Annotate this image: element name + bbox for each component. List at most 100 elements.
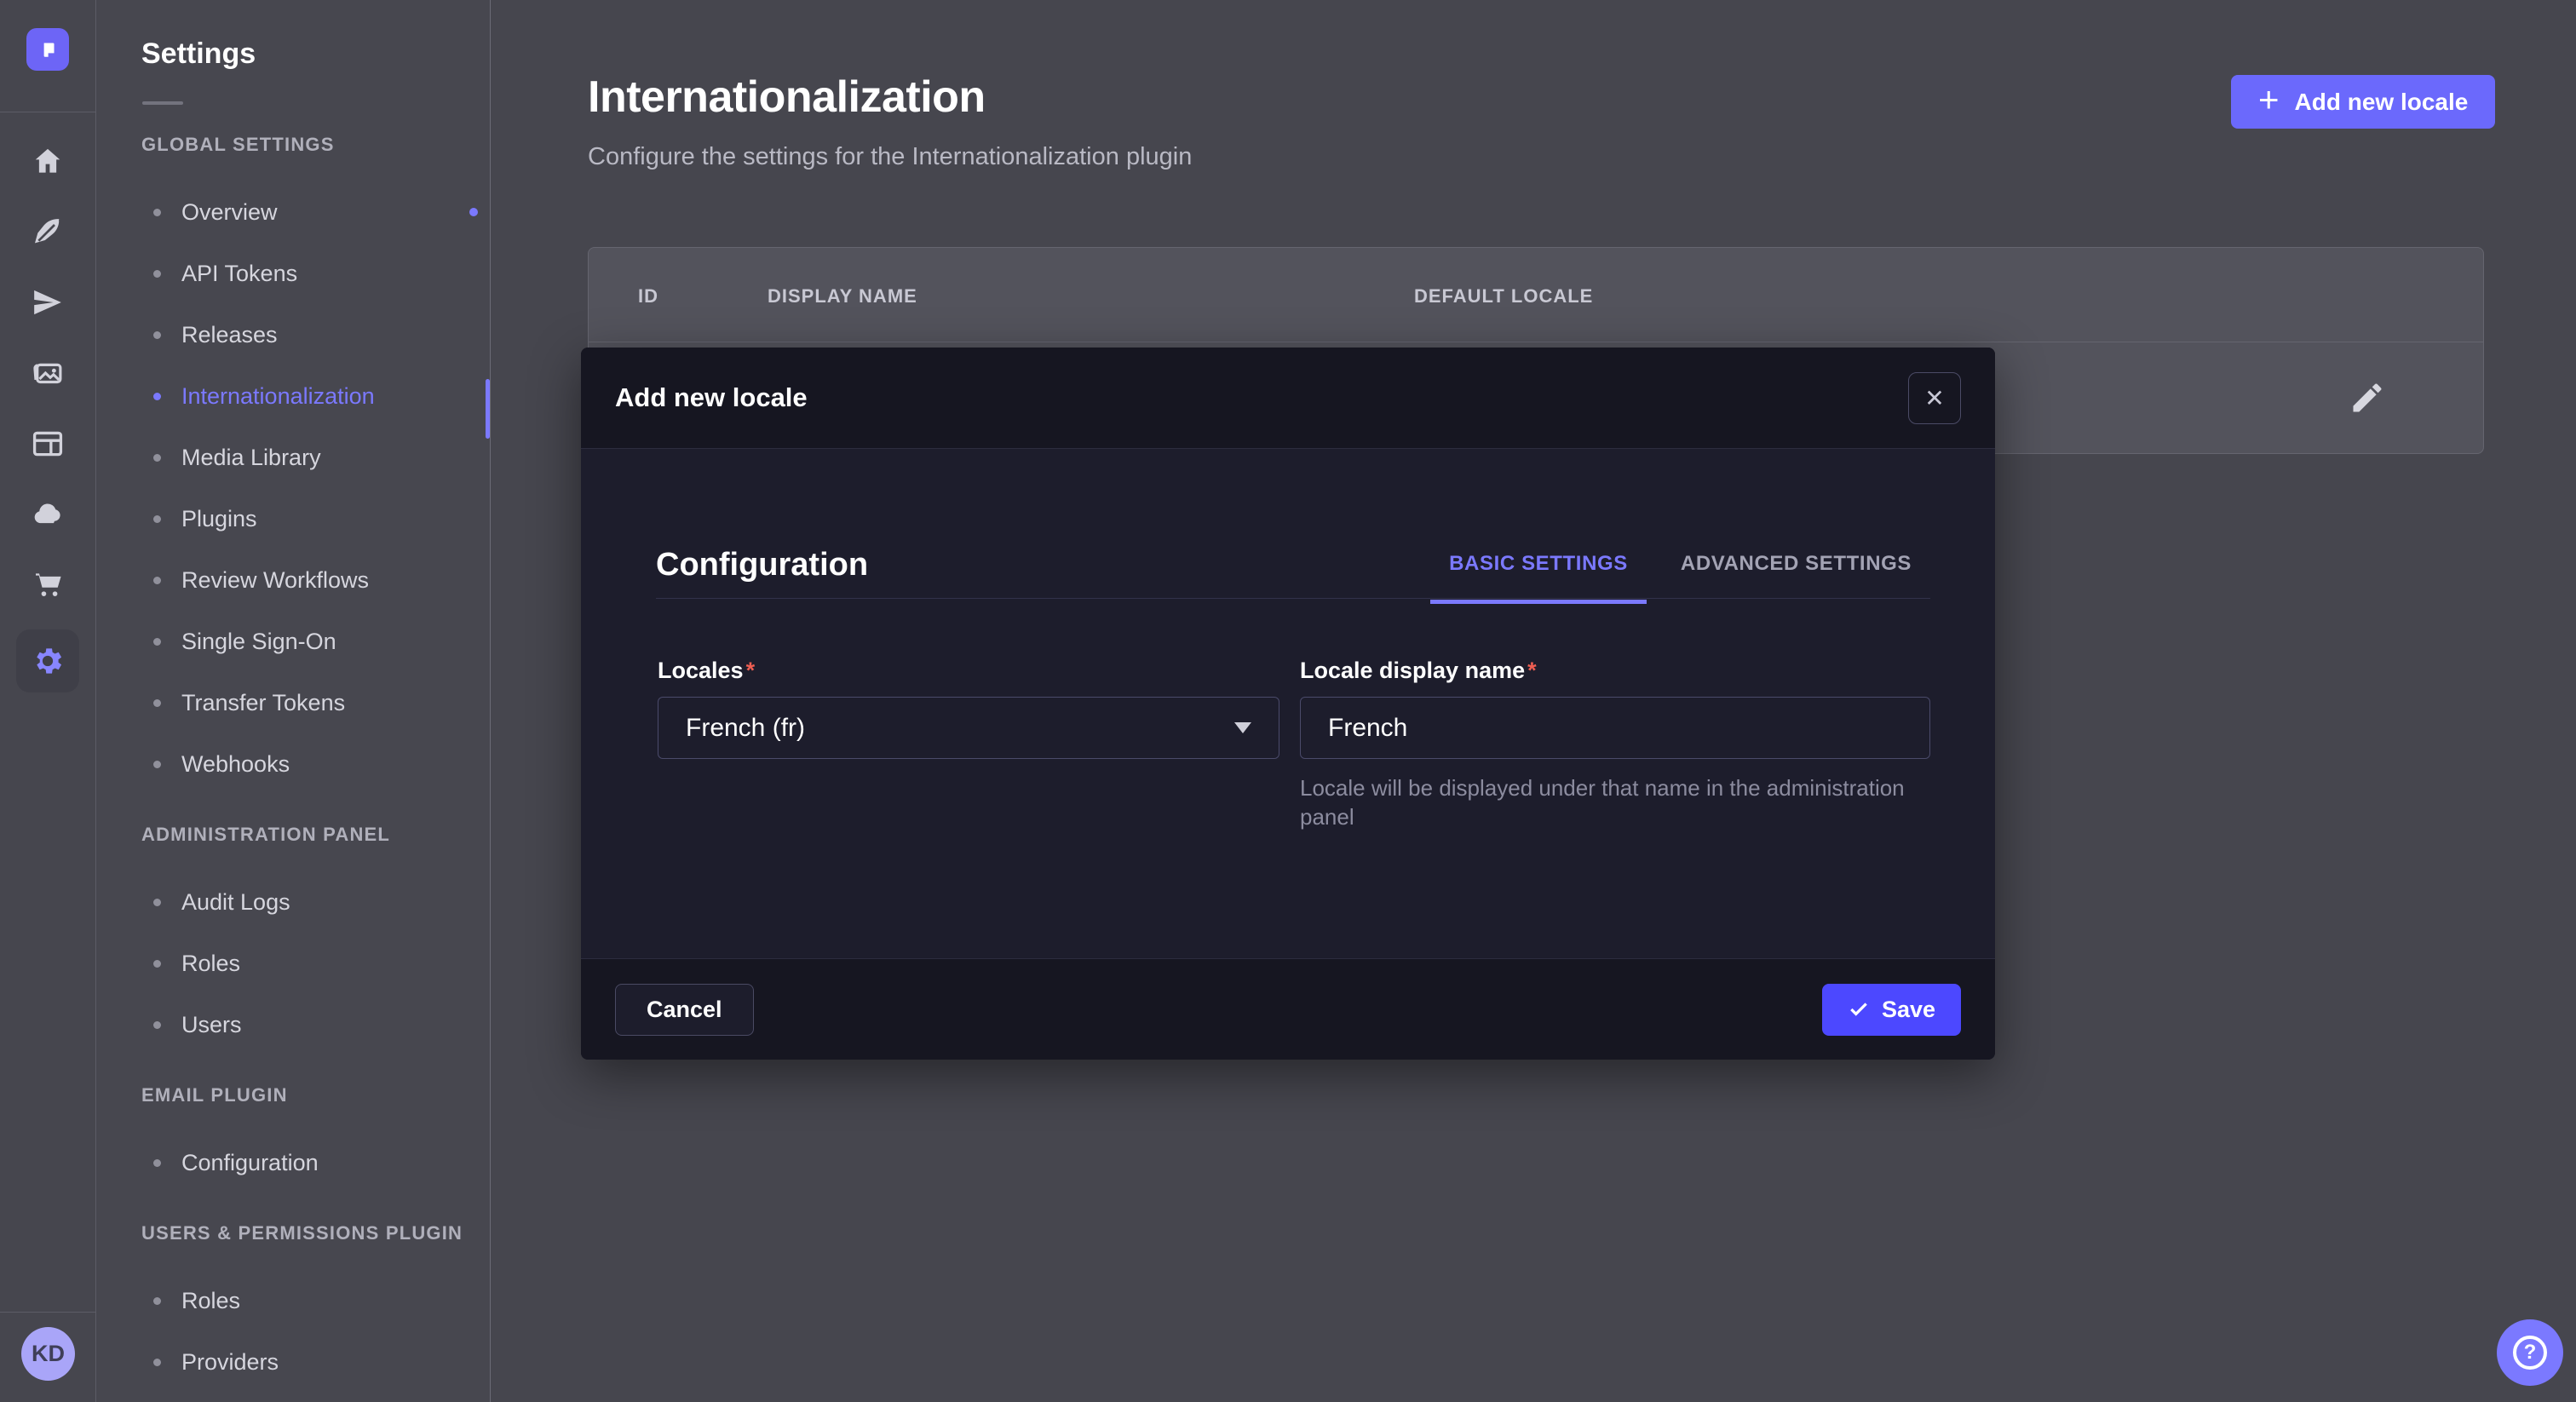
sidebar-title: Settings [141,37,490,71]
sidebar-item-review-workflows[interactable]: Review Workflows [97,549,490,611]
bullet-icon [153,454,161,462]
sidebar-item-admin-roles[interactable]: Roles [97,933,490,994]
sidebar-item-label: Review Workflows [181,567,369,594]
locale-display-name-input[interactable] [1300,697,1930,759]
sidebar-item-label: Providers [181,1349,279,1376]
column-header-default-locale: DEFAULT LOCALE [1414,285,1593,307]
sidebar-item-transfer-tokens[interactable]: Transfer Tokens [97,672,490,733]
page-subtitle: Configure the settings for the Internati… [588,143,1192,171]
global-settings-list: Overview API Tokens Releases Internation… [97,181,490,795]
sidebar-scrollbar-thumb[interactable] [486,379,490,439]
bullet-icon [153,761,161,768]
bullet-icon [153,209,161,216]
releases-icon[interactable] [30,284,66,320]
sidebar-item-internationalization[interactable]: Internationalization [97,365,490,427]
content-manager-icon[interactable] [30,426,66,462]
sidebar-item-api-tokens[interactable]: API Tokens [97,243,490,304]
help-button[interactable]: ? [2497,1319,2563,1386]
add-new-locale-button[interactable]: + Add new locale [2231,75,2495,129]
strapi-logo-icon [35,37,60,62]
edit-locale-button[interactable] [2346,376,2389,419]
sidebar-item-label: Overview [181,199,278,226]
rail-icon-list [0,112,95,684]
chevron-down-icon [1234,722,1251,733]
required-asterisk: * [746,658,756,683]
locales-label-text: Locales [658,658,744,683]
bullet-icon [153,270,161,278]
sidebar-item-label: Media Library [181,445,321,471]
locales-field-label: Locales* [658,658,755,684]
sidebar-item-label: Single Sign-On [181,629,336,655]
locales-select[interactable]: French (fr) [658,697,1279,759]
sidebar-title-rule [142,101,183,105]
strapi-logo[interactable] [26,28,69,71]
sidebar-item-releases[interactable]: Releases [97,304,490,365]
rail-divider [0,1312,96,1313]
sidebar-item-single-sign-on[interactable]: Single Sign-On [97,611,490,672]
home-icon[interactable] [30,143,66,179]
content-type-builder-icon[interactable] [30,214,66,250]
pencil-icon [2349,379,2386,417]
settings-icon[interactable] [16,629,79,692]
email-plugin-list: Configuration [97,1132,490,1193]
section-label-email-plugin: EMAIL PLUGIN [141,1084,490,1106]
add-locale-modal: Add new locale ✕ Configuration BASIC SET… [581,348,1995,1060]
column-header-display-name: DISPLAY NAME [768,285,917,307]
bullet-icon [153,1359,161,1366]
sidebar-item-up-roles[interactable]: Roles [97,1270,490,1331]
media-library-icon[interactable] [30,355,66,391]
close-icon[interactable]: ✕ [1908,372,1961,424]
modal-header: Add new locale ✕ [581,348,1995,449]
cloud-icon[interactable] [30,497,66,532]
sidebar-item-label: Internationalization [181,383,375,410]
sidebar-item-media-library[interactable]: Media Library [97,427,490,488]
sidebar-item-label: Configuration [181,1150,319,1176]
bullet-icon [153,515,161,523]
bullet-icon [153,1159,161,1167]
locales-table-header: ID DISPLAY NAME DEFAULT LOCALE [589,248,2483,342]
sidebar-item-label: Plugins [181,506,257,532]
add-new-locale-label: Add new locale [2295,89,2469,116]
bullet-icon [153,393,161,400]
notification-dot [469,208,478,216]
section-label-users-permissions-plugin: USERS & PERMISSIONS PLUGIN [141,1222,490,1244]
check-icon [1848,998,1870,1020]
bullet-icon [153,577,161,584]
display-name-hint: Locale will be displayed under that name… [1300,773,1956,831]
settings-sidebar: Settings GLOBAL SETTINGS Overview API To… [97,0,491,1402]
column-header-id: ID [638,285,658,307]
sidebar-item-plugins[interactable]: Plugins [97,488,490,549]
locales-select-value: French (fr) [686,714,805,743]
tab-basic-settings[interactable]: BASIC SETTINGS [1430,552,1647,604]
sidebar-item-audit-logs[interactable]: Audit Logs [97,871,490,933]
tab-advanced-settings[interactable]: ADVANCED SETTINGS [1662,552,1930,604]
bullet-icon [153,331,161,339]
modal-tabs: BASIC SETTINGS ADVANCED SETTINGS [1430,552,1930,604]
marketplace-icon[interactable] [30,567,66,603]
display-name-label-text: Locale display name [1300,658,1525,683]
sidebar-item-overview[interactable]: Overview [97,181,490,243]
section-label-global-settings: GLOBAL SETTINGS [141,134,490,156]
users-permissions-list: Roles Providers [97,1270,490,1393]
sidebar-item-up-providers[interactable]: Providers [97,1331,490,1393]
section-label-administration-panel: ADMINISTRATION PANEL [141,824,490,846]
bullet-icon [153,1297,161,1305]
sidebar-item-label: Roles [181,951,240,977]
sidebar-item-admin-users[interactable]: Users [97,994,490,1055]
sidebar-item-webhooks[interactable]: Webhooks [97,733,490,795]
sidebar-item-label: Releases [181,322,278,348]
user-avatar[interactable]: KD [21,1327,75,1381]
save-button[interactable]: Save [1822,984,1961,1036]
bullet-icon [153,699,161,707]
sidebar-item-email-configuration[interactable]: Configuration [97,1132,490,1193]
nav-rail: KD [0,0,96,1402]
required-asterisk: * [1527,658,1537,683]
sidebar-item-label: Webhooks [181,751,290,778]
cancel-button[interactable]: Cancel [615,984,754,1036]
bullet-icon [153,1021,161,1029]
sidebar-item-label: Roles [181,1288,240,1314]
save-label: Save [1882,997,1935,1023]
question-mark-icon: ? [2513,1336,2547,1370]
bullet-icon [153,899,161,906]
sidebar-item-label: Users [181,1012,242,1038]
